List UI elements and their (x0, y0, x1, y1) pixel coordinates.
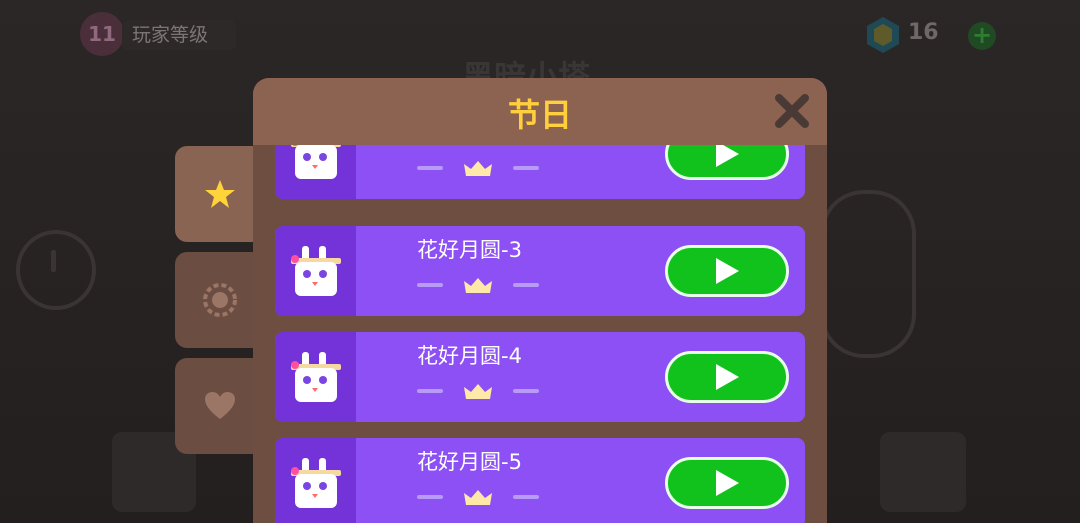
festival-dialog: 节日 花好月圆-2 (253, 78, 827, 523)
tab-ring[interactable] (175, 252, 265, 348)
tab-heart[interactable] (175, 358, 265, 454)
divider-right (513, 389, 539, 393)
level-list[interactable]: 花好月圆-2 (253, 109, 827, 523)
divider-right (513, 495, 539, 499)
heart-icon (205, 392, 235, 419)
divider-left (417, 389, 443, 393)
gem-icon (867, 17, 899, 53)
level-title: 花好月圆-3 (417, 238, 522, 262)
player-level-number: 11 (88, 22, 116, 46)
exclamation-icon (51, 250, 56, 272)
divider-left (417, 495, 443, 499)
level-card[interactable]: 花好月圆-5 (275, 438, 805, 523)
bunny-icon (291, 246, 341, 296)
crown-icon (464, 278, 492, 293)
player-level-badge: 11 (80, 12, 124, 56)
bunny-icon (291, 458, 341, 508)
star-icon (205, 180, 235, 208)
play-button[interactable] (665, 245, 789, 297)
level-title: 花好月圆-5 (417, 450, 522, 474)
add-gems-button[interactable]: + (968, 22, 996, 50)
level-node-dimmed (820, 190, 916, 358)
card-icon-area (275, 332, 356, 422)
divider-right (513, 166, 539, 170)
card-icon-area (275, 226, 356, 316)
dialog-header: 节日 (253, 78, 827, 145)
crown-icon (464, 384, 492, 399)
crown-icon (464, 490, 492, 505)
card-icon-area (275, 438, 356, 523)
crown-icon (464, 161, 492, 176)
level-title: 花好月圆-4 (417, 344, 522, 368)
play-icon (716, 364, 739, 390)
play-button[interactable] (665, 457, 789, 509)
ring-icon (203, 283, 237, 317)
info-button-dimmed (16, 230, 96, 310)
close-icon[interactable] (773, 92, 811, 130)
dialog-title: 节日 (507, 96, 572, 134)
gem-count: 16 (908, 20, 939, 45)
play-icon (716, 258, 739, 284)
level-card[interactable]: 花好月圆-3 (275, 226, 805, 316)
tab-star[interactable] (175, 146, 265, 242)
play-button[interactable] (665, 351, 789, 403)
player-level-label: 玩家等级 (122, 20, 237, 50)
divider-left (417, 166, 443, 170)
play-icon (716, 470, 739, 496)
level-card[interactable]: 花好月圆-4 (275, 332, 805, 422)
divider-right (513, 283, 539, 287)
bunny-icon (291, 352, 341, 402)
divider-left (417, 283, 443, 287)
bottom-button-dimmed-right (880, 432, 966, 512)
